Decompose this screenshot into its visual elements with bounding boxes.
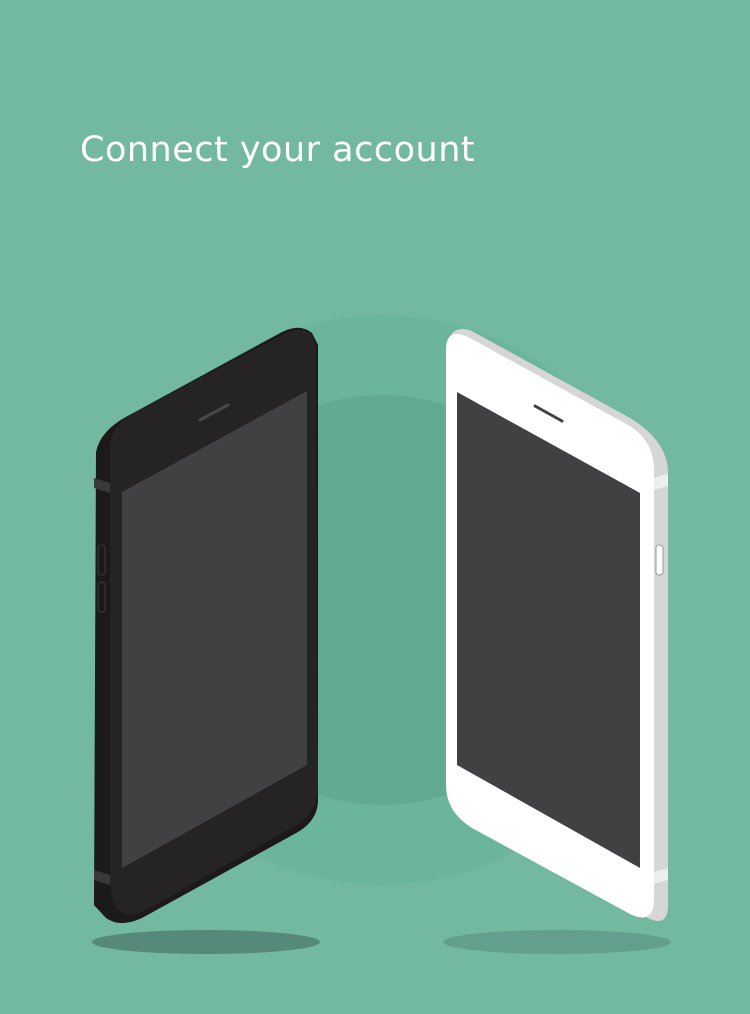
left-phone-shadow xyxy=(92,930,320,954)
phones-illustration xyxy=(92,315,671,954)
right-phone-shadow xyxy=(443,930,671,954)
phone-dark-icon xyxy=(94,327,318,924)
